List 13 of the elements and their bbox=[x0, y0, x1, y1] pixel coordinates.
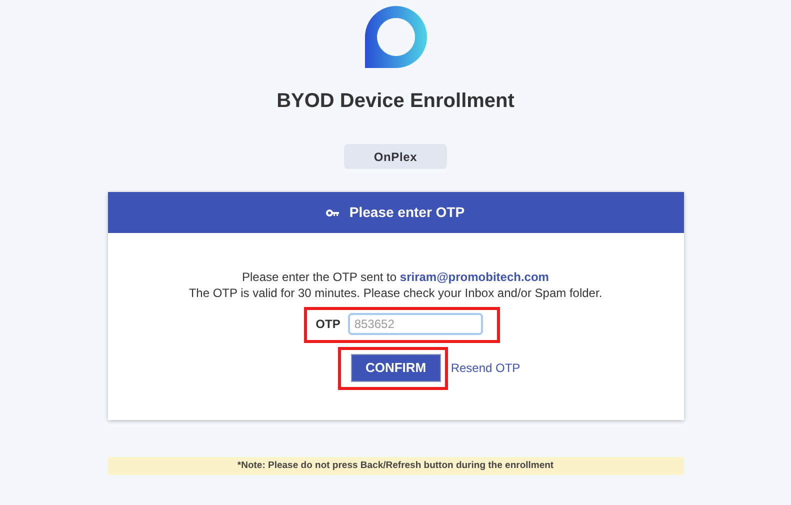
key-icon bbox=[326, 208, 340, 216]
note-banner: *Note: Please do not press Back/Refresh button during the enrollment bbox=[108, 457, 684, 475]
page-title: BYOD Device Enrollment bbox=[276, 89, 514, 114]
email-link[interactable]: sriram@promobitech.com bbox=[400, 270, 549, 284]
card-title: Please enter OTP bbox=[349, 203, 465, 222]
validity-message: The OTP is valid for 30 minutes. Please check your Inbox and/or Spam folder. bbox=[188, 285, 602, 301]
otp-label: OTP bbox=[316, 316, 340, 333]
resend-otp-link[interactable]: Resend OTP bbox=[450, 359, 520, 377]
confirm-button[interactable]: CONFIRM bbox=[350, 354, 441, 382]
otp-message: Please enter the OTP sent to sriram@promobitech.com bbox=[242, 269, 549, 285]
logo-icon bbox=[364, 6, 426, 68]
otp-input[interactable]: 853652 bbox=[348, 313, 484, 335]
organization-badge: OnPlex bbox=[344, 144, 447, 169]
